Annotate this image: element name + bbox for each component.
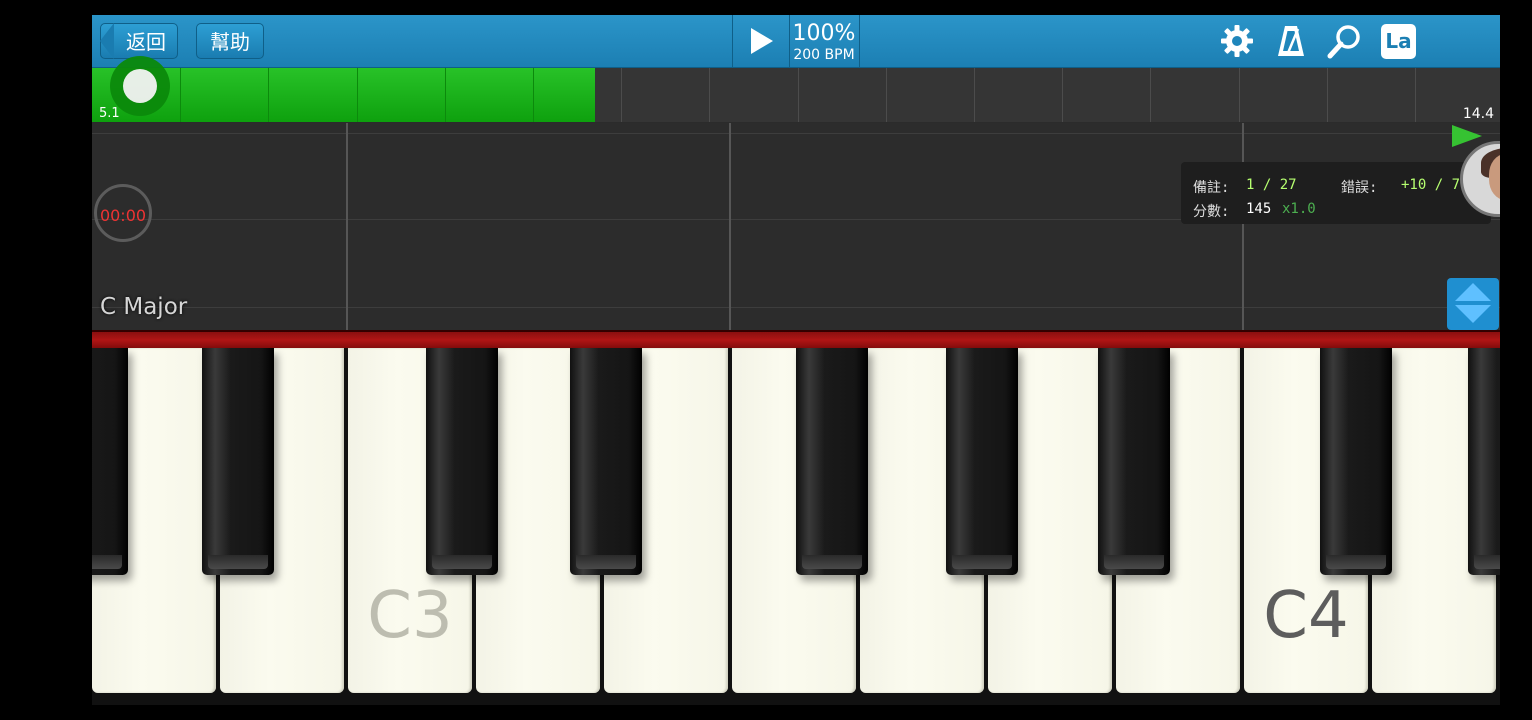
black-key-c#3[interactable] bbox=[426, 348, 498, 575]
progress-grid-line bbox=[445, 68, 446, 122]
black-key-a#2[interactable] bbox=[202, 348, 274, 575]
song-progress-bar[interactable]: 5.1 14.4 bbox=[92, 56, 1500, 122]
staff-line bbox=[92, 133, 1500, 134]
progress-grid-line bbox=[974, 68, 975, 122]
progress-grid-line bbox=[886, 68, 887, 122]
progress-grid-line bbox=[268, 68, 269, 122]
piano-app: 返回 幫助 100% 200 BPM La 5.1 14.4 00:00 C M… bbox=[92, 15, 1500, 705]
measure-line bbox=[346, 123, 348, 330]
play-button[interactable] bbox=[732, 15, 790, 67]
errors-label: 錯誤: bbox=[1341, 180, 1378, 196]
black-key-d#4[interactable] bbox=[1468, 348, 1500, 575]
la-notation-icon[interactable]: La bbox=[1381, 24, 1416, 59]
progress-grid-line bbox=[1062, 68, 1063, 122]
notes-label: 備註: bbox=[1193, 180, 1230, 196]
key-label-c4: C4 bbox=[1263, 579, 1349, 653]
timer-text: 00:00 bbox=[99, 206, 147, 225]
tempo-control[interactable]: 100% 200 BPM bbox=[789, 15, 860, 67]
progress-grid-line bbox=[357, 68, 358, 122]
piano-keyboard[interactable]: C3 C4 bbox=[92, 348, 1500, 705]
score-value: 145 bbox=[1246, 201, 1272, 217]
start-marker: 5.1 bbox=[99, 106, 120, 121]
flag-icon bbox=[1452, 125, 1482, 147]
staff-line bbox=[92, 307, 1500, 308]
black-key-g#3[interactable] bbox=[946, 348, 1018, 575]
back-label: 返回 bbox=[126, 30, 166, 54]
end-marker: 14.4 bbox=[1462, 106, 1494, 122]
timer-dial: 00:00 bbox=[94, 184, 152, 242]
progress-grid-line bbox=[1239, 68, 1240, 122]
progress-grid-line bbox=[709, 68, 710, 122]
measure-line bbox=[1242, 123, 1244, 330]
progress-grid-line bbox=[1150, 68, 1151, 122]
play-icon bbox=[751, 28, 773, 54]
progress-grid-line bbox=[533, 68, 534, 122]
metronome-icon[interactable] bbox=[1273, 23, 1309, 59]
note-display-area: 00:00 C Major 備註: 1 / 27 錯誤: +10 / 7 分數:… bbox=[92, 123, 1500, 330]
score-label: 分數: bbox=[1193, 204, 1230, 220]
back-button[interactable]: 返回 bbox=[100, 23, 178, 59]
tempo-percent: 100% bbox=[792, 21, 856, 46]
gear-icon[interactable] bbox=[1219, 23, 1255, 59]
search-icon[interactable] bbox=[1327, 23, 1363, 59]
progress-grid-line bbox=[180, 68, 181, 122]
help-label: 幫助 bbox=[210, 30, 250, 54]
key-signature: C Major bbox=[100, 294, 188, 320]
progress-grid-line bbox=[1415, 68, 1416, 122]
score-multiplier: x1.0 bbox=[1282, 201, 1316, 217]
progress-grid-line bbox=[621, 68, 622, 122]
key-label-c3: C3 bbox=[367, 579, 453, 653]
black-key-c#4[interactable] bbox=[1320, 348, 1392, 575]
progress-grid-line bbox=[798, 68, 799, 122]
errors-value: +10 / 7 bbox=[1401, 177, 1461, 193]
scroll-arrows-icon[interactable] bbox=[1447, 278, 1499, 330]
black-key-a#3[interactable] bbox=[1098, 348, 1170, 575]
help-button[interactable]: 幫助 bbox=[196, 23, 264, 59]
black-key-g#2[interactable] bbox=[92, 348, 128, 575]
back-arrow-icon bbox=[100, 23, 114, 59]
notes-value: 1 / 27 bbox=[1246, 177, 1297, 193]
black-key-d#3[interactable] bbox=[570, 348, 642, 575]
black-key-f#3[interactable] bbox=[796, 348, 868, 575]
progress-grid-line bbox=[1327, 68, 1328, 122]
tempo-bpm: 200 BPM bbox=[793, 47, 855, 63]
stats-panel: 備註: 1 / 27 錯誤: +10 / 7 分數: 145 x1.0 bbox=[1181, 162, 1491, 224]
toolbar: 返回 幫助 100% 200 BPM La bbox=[92, 15, 1500, 68]
measure-line bbox=[729, 123, 731, 330]
notation-label: La bbox=[1385, 29, 1412, 53]
